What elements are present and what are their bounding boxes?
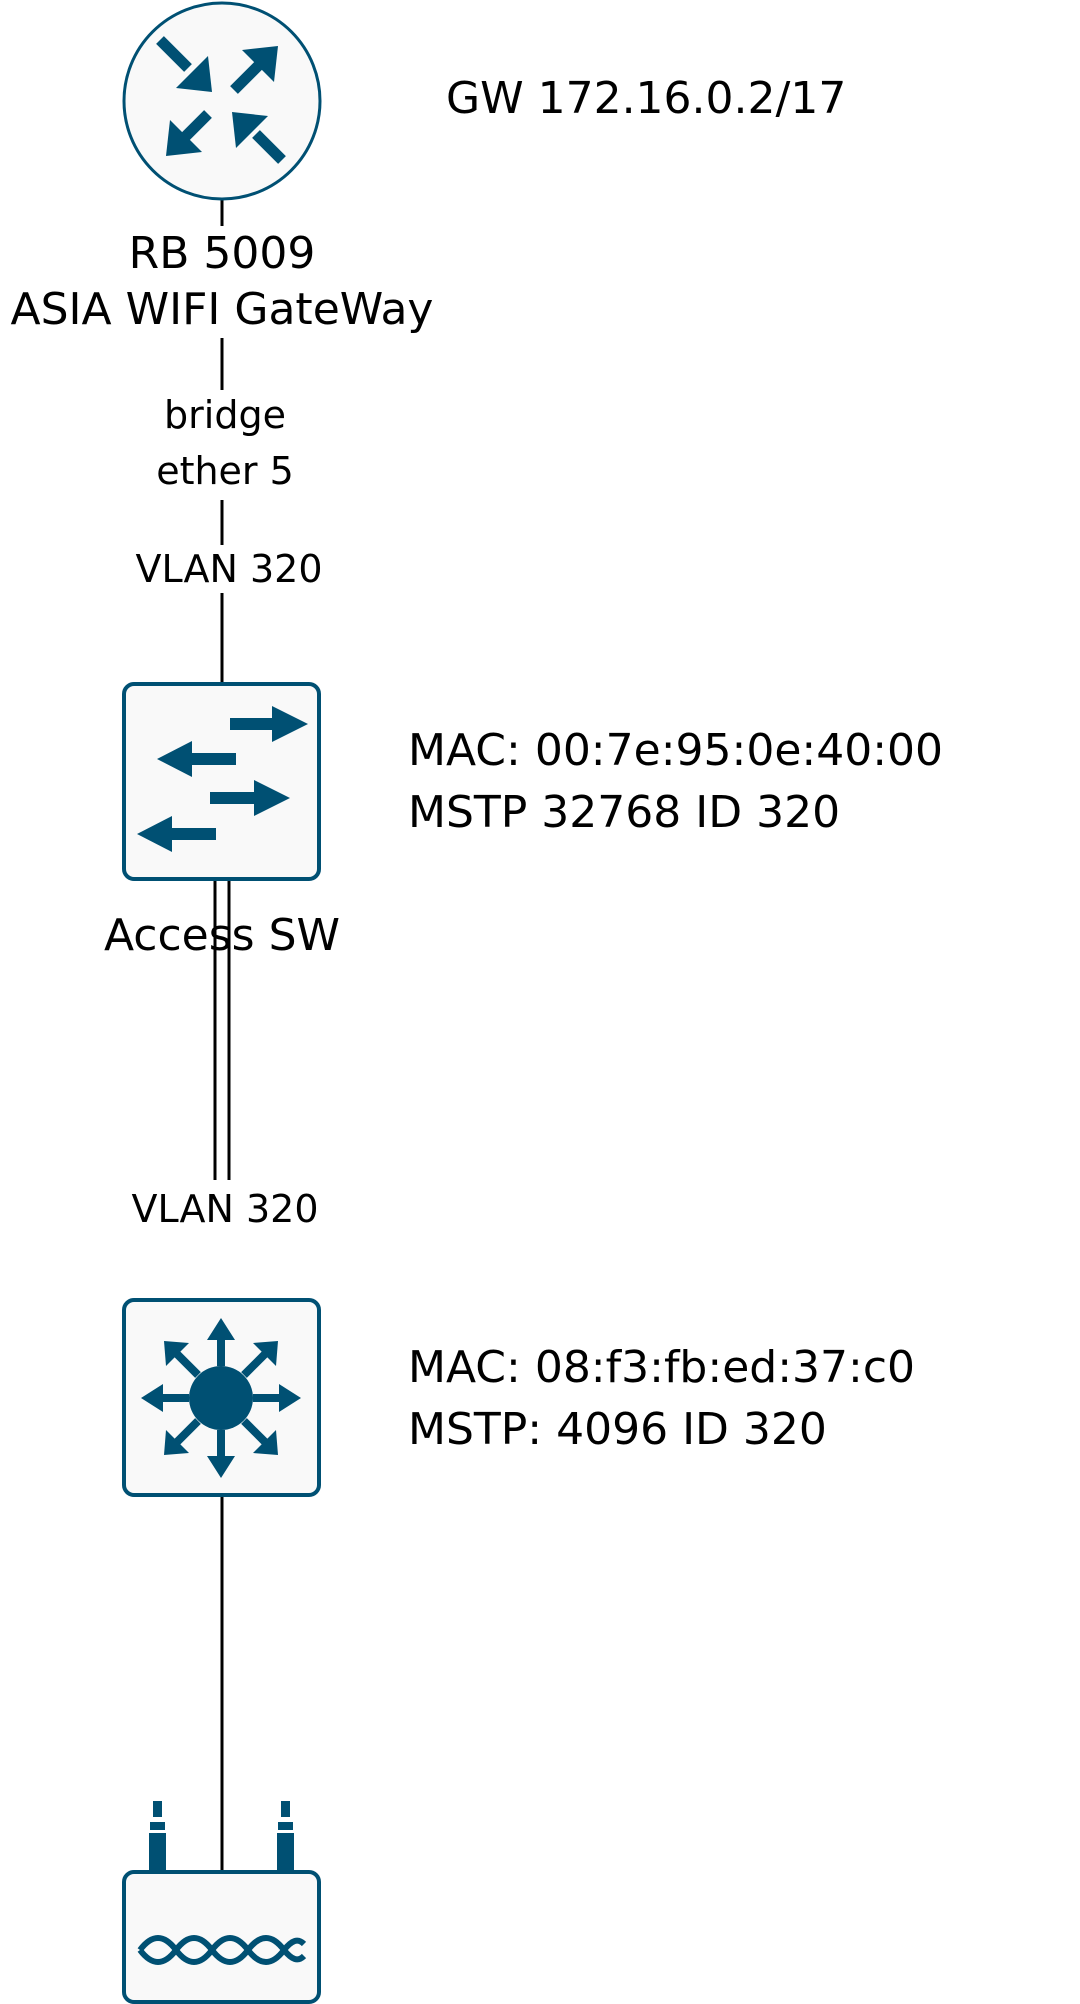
core-switch-node[interactable]	[122, 1298, 321, 1497]
gateway-address-label: GW 172.16.0.2/17	[446, 73, 846, 124]
access-switch-mstp-label: MSTP 32768 ID 320	[408, 787, 840, 838]
hub-arrows	[141, 1318, 301, 1478]
antenna-left	[149, 1801, 166, 1872]
antenna-right	[277, 1801, 294, 1872]
router-model-label: RB 5009	[129, 228, 316, 279]
vlan-label-upper: VLAN 320	[135, 547, 322, 591]
core-switch-mac-label: MAC: 08:f3:fb:ed:37:c0	[408, 1342, 915, 1393]
link-interface-label: bridge	[164, 393, 286, 437]
network-diagram: RB 5009 ASIA WIFI GateWay GW 172.16.0.2/…	[11, 1, 943, 2004]
router-icon	[122, 1, 322, 201]
router-description-label: ASIA WIFI GateWay	[11, 284, 434, 335]
core-switch-mstp-label: MSTP: 4096 ID 320	[408, 1404, 827, 1455]
vlan-label-lower: VLAN 320	[131, 1187, 318, 1231]
access-switch-name-label: Access SW	[104, 910, 340, 961]
access-switch-node[interactable]	[122, 682, 321, 881]
access-switch-mac-label: MAC: 00:7e:95:0e:40:00	[408, 725, 943, 776]
router-node[interactable]	[122, 1, 322, 201]
link-port-label: ether 5	[156, 449, 294, 493]
switch-icon	[122, 682, 321, 881]
